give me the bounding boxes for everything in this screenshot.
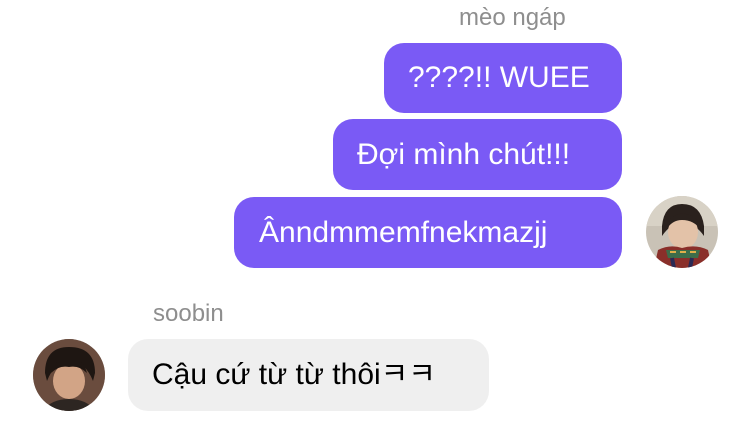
message-text: Cậu cứ từ từ thôiㅋㅋ — [152, 358, 436, 391]
avatar-photo — [33, 339, 105, 411]
message-text: Ânndmmemfnekmazjj — [259, 215, 548, 249]
incoming-user-avatar[interactable] — [33, 339, 105, 411]
avatar-photo — [646, 196, 718, 268]
outgoing-sender-name: mèo ngáp — [459, 4, 566, 31]
message-text: Đợi mình chút!!! — [357, 137, 571, 171]
incoming-sender-name: soobin — [153, 300, 224, 327]
outgoing-message-bubble[interactable]: Ânndmmemfnekmazjj — [234, 197, 622, 268]
outgoing-message-bubble[interactable]: Đợi mình chút!!! — [333, 119, 622, 190]
chat-thread: mèo ngáp ????!! WUEE Đợi mình chút!!! Ân… — [0, 0, 750, 429]
message-text: ????!! WUEE — [408, 61, 590, 94]
outgoing-user-avatar[interactable] — [646, 196, 718, 268]
outgoing-message-bubble[interactable]: ????!! WUEE — [384, 43, 622, 113]
incoming-message-bubble[interactable]: Cậu cứ từ từ thôiㅋㅋ — [128, 339, 489, 411]
